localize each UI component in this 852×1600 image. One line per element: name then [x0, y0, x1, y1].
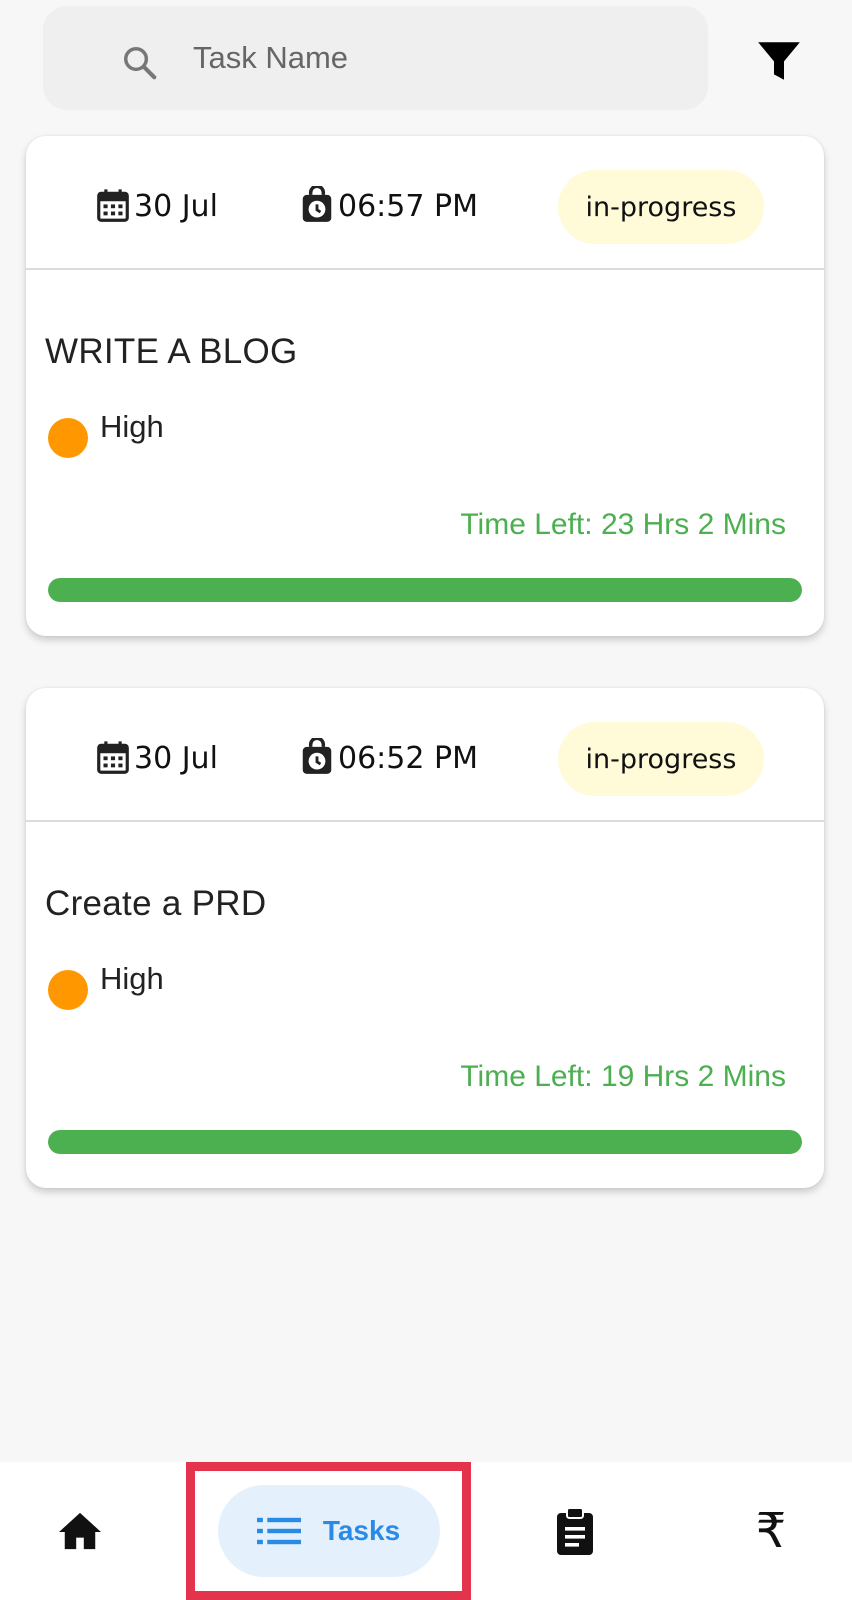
priority-label: High: [100, 409, 164, 444]
list-icon: [256, 1517, 301, 1545]
task-card[interactable]: 30 Jul 06:57 PM in-progress WRITE A BLOG…: [26, 136, 824, 636]
progress-fill: [48, 578, 802, 602]
nav-tasks-pill[interactable]: Tasks: [217, 1485, 440, 1577]
priority-dot-icon: [48, 418, 88, 458]
task-date-text: 30 Jul: [134, 740, 218, 776]
calendar-icon: [97, 189, 129, 222]
task-card[interactable]: 30 Jul 06:52 PM in-progress Create a PRD…: [26, 688, 824, 1188]
search-input[interactable]: [193, 28, 673, 88]
nav-expenses[interactable]: ₹: [736, 1462, 806, 1600]
task-time: 06:52 PM: [298, 736, 478, 780]
task-date: 30 Jul: [94, 736, 218, 780]
filter-icon[interactable]: [754, 36, 804, 86]
nav-reports[interactable]: [540, 1462, 610, 1600]
nav-tasks[interactable]: Tasks: [186, 1462, 471, 1600]
task-time-text: 06:52 PM: [338, 740, 478, 776]
status-badge: in-progress: [558, 170, 764, 244]
task-priority: High: [48, 961, 164, 1010]
priority-dot-icon: [48, 970, 88, 1010]
calendar-icon: [97, 741, 129, 774]
progress-bar: [48, 578, 802, 602]
status-badge: in-progress: [558, 722, 764, 796]
clock-icon: [302, 738, 332, 774]
task-date-text: 30 Jul: [134, 188, 218, 224]
time-left: Time Left: 23 Hrs 2 Mins: [460, 508, 786, 541]
search-icon: [124, 47, 157, 80]
bottom-nav: Tasks ₹: [0, 1462, 852, 1600]
search-bar[interactable]: [43, 6, 708, 110]
nav-home[interactable]: [40, 1462, 120, 1600]
clipboard-icon: [557, 1507, 593, 1555]
screen: 30 Jul 06:57 PM in-progress WRITE A BLOG…: [0, 0, 852, 1600]
nav-tasks-label: Tasks: [322, 1515, 401, 1546]
task-title: WRITE A BLOG: [45, 332, 298, 371]
progress-fill: [48, 1130, 802, 1154]
clock-icon: [302, 186, 332, 222]
task-card-header: 30 Jul 06:57 PM in-progress: [26, 136, 824, 270]
task-card-header: 30 Jul 06:52 PM in-progress: [26, 688, 824, 822]
priority-label: High: [100, 961, 164, 996]
progress-bar: [48, 1130, 802, 1154]
time-left: Time Left: 19 Hrs 2 Mins: [460, 1060, 786, 1093]
task-time: 06:57 PM: [298, 184, 478, 228]
task-date: 30 Jul: [94, 184, 218, 228]
task-time-text: 06:57 PM: [338, 188, 478, 224]
task-priority: High: [48, 409, 164, 458]
rupee-icon: ₹: [755, 1503, 787, 1559]
task-title: Create a PRD: [45, 884, 267, 923]
home-icon: [59, 1512, 101, 1550]
